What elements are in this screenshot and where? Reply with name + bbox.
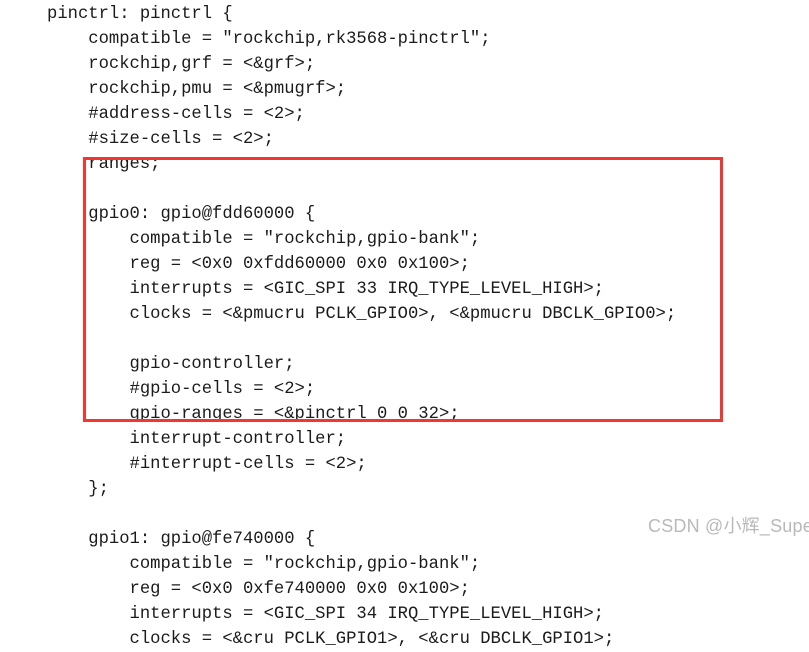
code-line: gpio-ranges = <&pinctrl 0 0 32>; xyxy=(47,405,460,424)
code-line: gpio-controller; xyxy=(47,355,295,374)
code-line: compatible = "rockchip,gpio-bank"; xyxy=(47,555,481,574)
code-line: ranges; xyxy=(47,155,161,174)
code-line: #size-cells = <2>; xyxy=(47,130,274,149)
code-line: }; xyxy=(47,480,109,499)
code-line: reg = <0x0 0xfdd60000 0x0 0x100>; xyxy=(47,255,470,274)
code-line: compatible = "rockchip,rk3568-pinctrl"; xyxy=(47,30,491,49)
code-listing: pinctrl: pinctrl { compatible = "rockchi… xyxy=(0,0,809,649)
code-line: gpio1: gpio@fe740000 { xyxy=(47,530,316,549)
csdn-watermark: CSDN @小辉_Super xyxy=(648,516,809,536)
code-line: #interrupt-cells = <2>; xyxy=(47,455,367,474)
code-line: #address-cells = <2>; xyxy=(47,105,305,124)
code-line: interrupts = <GIC_SPI 33 IRQ_TYPE_LEVEL_… xyxy=(47,280,604,299)
code-line: rockchip,pmu = <&pmugrf>; xyxy=(47,80,347,99)
code-line: reg = <0x0 0xfe740000 0x0 0x100>; xyxy=(47,580,470,599)
code-line: clocks = <&pmucru PCLK_GPIO0>, <&pmucru … xyxy=(47,305,677,324)
code-line: interrupts = <GIC_SPI 34 IRQ_TYPE_LEVEL_… xyxy=(47,605,604,624)
code-line: compatible = "rockchip,gpio-bank"; xyxy=(47,230,481,249)
code-line: pinctrl: pinctrl { xyxy=(47,5,233,24)
code-line: clocks = <&cru PCLK_GPIO1>, <&cru DBCLK_… xyxy=(47,630,615,649)
code-line: gpio0: gpio@fdd60000 { xyxy=(47,205,316,224)
code-line: #gpio-cells = <2>; xyxy=(47,380,316,399)
code-line: interrupt-controller; xyxy=(47,430,347,449)
code-line: rockchip,grf = <&grf>; xyxy=(47,55,316,74)
